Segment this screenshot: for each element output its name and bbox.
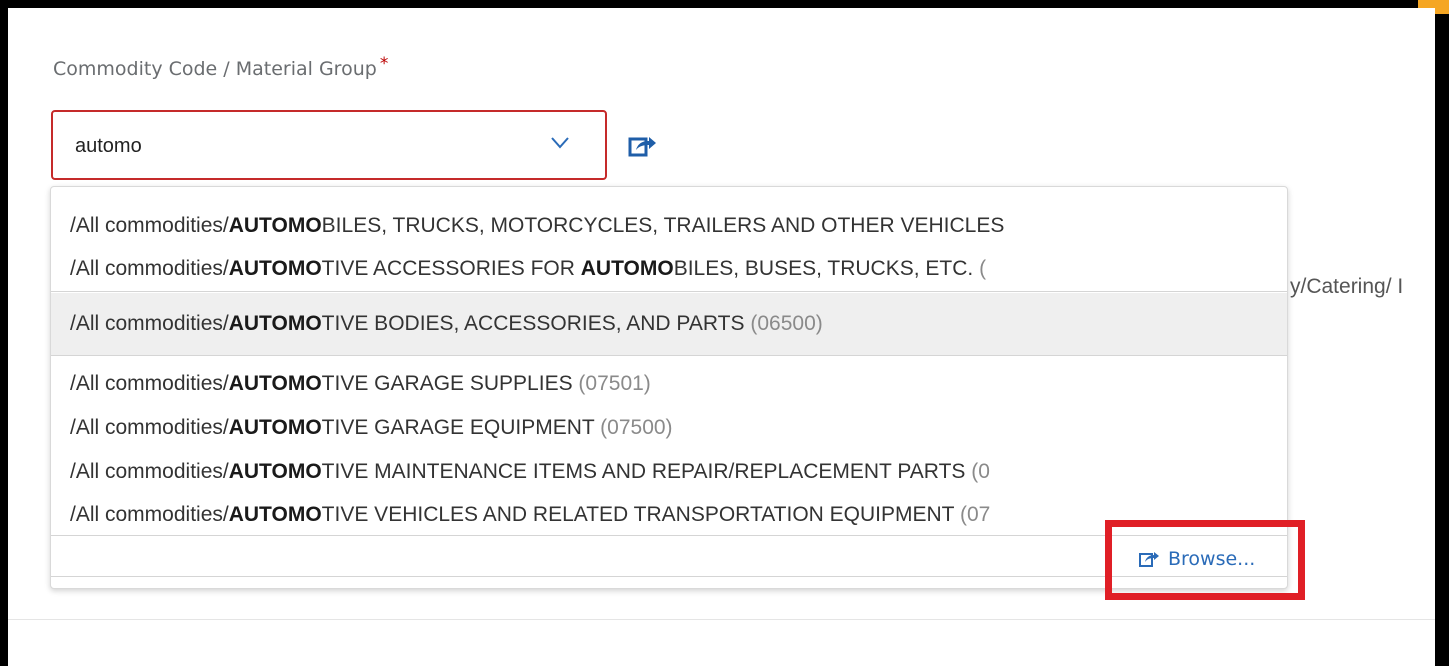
suggestion-text: TIVE ACCESSORIES FOR bbox=[321, 257, 581, 280]
suggestion-prefix: /All commodities/ bbox=[70, 257, 229, 280]
background-overflow-text: y/Catering/ I bbox=[1290, 275, 1404, 298]
bottom-divider bbox=[8, 619, 1435, 620]
open-value-help-icon[interactable] bbox=[626, 134, 658, 158]
suggestion-code: (0 bbox=[971, 460, 990, 483]
commodity-input[interactable] bbox=[75, 130, 515, 162]
annotation-highlight-box bbox=[1105, 520, 1305, 600]
suggestion-code: (07 bbox=[959, 503, 991, 526]
match-highlight: AUTOMO bbox=[228, 372, 322, 395]
suggestion-item[interactable]: /All commodities/AUTOMOTIVE VEHICLES AND… bbox=[51, 494, 1287, 536]
suggestion-item[interactable]: /All commodities/AUTOMOBILES, TRUCKS, MO… bbox=[51, 205, 1287, 247]
suggestion-prefix: /All commodities/ bbox=[70, 503, 229, 526]
suggestion-code: (07501) bbox=[578, 372, 651, 395]
match-highlight: AUTOMO bbox=[228, 312, 322, 335]
suggestion-prefix: /All commodities/ bbox=[70, 416, 229, 439]
suggestions-popover: /All commodities/AUTOMOBILES, TRUCKS, MO… bbox=[50, 186, 1288, 589]
match-highlight: AUTOMO bbox=[228, 503, 322, 526]
suggestion-prefix: /All commodities/ bbox=[70, 460, 229, 483]
suggestion-text: TIVE VEHICLES AND RELATED TRANSPORTATION… bbox=[321, 503, 960, 526]
suggestion-item[interactable]: /All commodities/AUTOMOTIVE ACCESSORIES … bbox=[51, 248, 1287, 290]
suggestion-prefix: /All commodities/ bbox=[70, 372, 229, 395]
suggestion-code: ( bbox=[979, 257, 987, 280]
match-highlight: AUTOMO bbox=[228, 214, 322, 237]
field-label: Commodity Code / Material Group * bbox=[53, 54, 388, 80]
separator bbox=[51, 355, 1287, 356]
suggestion-code: (06500) bbox=[750, 312, 823, 335]
suggestion-text: TIVE GARAGE SUPPLIES bbox=[321, 372, 579, 395]
suggestion-text: TIVE GARAGE EQUIPMENT bbox=[321, 416, 601, 439]
suggestion-prefix: /All commodities/ bbox=[70, 312, 229, 335]
suggestion-code: (07500) bbox=[600, 416, 673, 439]
separator bbox=[51, 576, 1287, 577]
suggestion-text: TIVE BODIES, ACCESSORIES, AND PARTS bbox=[321, 312, 751, 335]
field-label-text: Commodity Code / Material Group bbox=[53, 58, 377, 80]
match-highlight: AUTOMO bbox=[228, 416, 322, 439]
suggestion-item[interactable]: /All commodities/AUTOMOTIVE GARAGE EQUIP… bbox=[51, 407, 1287, 449]
separator bbox=[51, 535, 1287, 536]
match-highlight: AUTOMO bbox=[580, 257, 674, 280]
form-panel: Commodity Code / Material Group* y/Cater… bbox=[8, 8, 1435, 666]
suggestion-prefix: /All commodities/ bbox=[70, 214, 229, 237]
match-highlight: AUTOMO bbox=[228, 257, 322, 280]
suggestion-text: BILES, BUSES, TRUCKS, ETC. bbox=[673, 257, 980, 280]
suggestion-item[interactable]: /All commodities/AUTOMOTIVE GARAGE SUPPL… bbox=[51, 363, 1287, 405]
suggestion-item[interactable]: /All commodities/AUTOMOTIVE MAINTENANCE … bbox=[51, 451, 1287, 493]
required-star: * bbox=[379, 54, 389, 74]
suggestion-text: TIVE MAINTENANCE ITEMS AND REPAIR/REPLAC… bbox=[321, 460, 972, 483]
commodity-combobox[interactable] bbox=[51, 110, 607, 180]
suggestion-text: BILES, TRUCKS, MOTORCYCLES, TRAILERS AND… bbox=[321, 214, 1005, 237]
suggestion-item[interactable]: /All commodities/AUTOMOTIVE BODIES, ACCE… bbox=[51, 293, 1287, 355]
match-highlight: AUTOMO bbox=[228, 460, 322, 483]
separator bbox=[51, 291, 1287, 292]
chevron-down-icon[interactable] bbox=[550, 136, 570, 150]
